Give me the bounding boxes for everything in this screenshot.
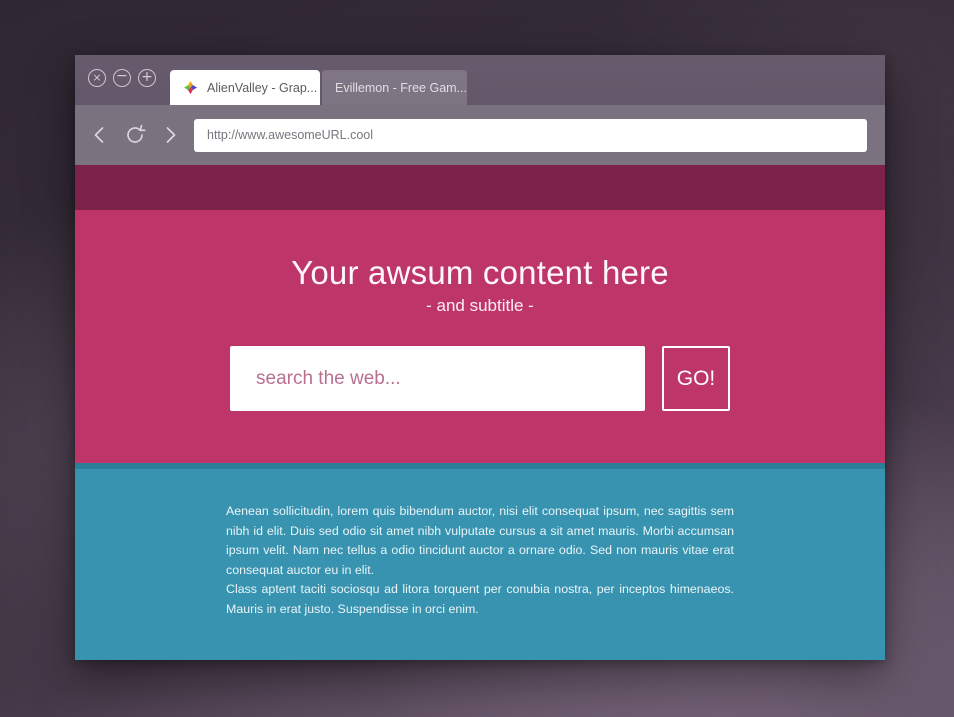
- tab-alienvalley[interactable]: AlienValley - Grap...: [170, 70, 320, 105]
- browser-nav-bar: [75, 105, 885, 165]
- body-copy: Aenean sollicitudin, lorem quis bibendum…: [226, 502, 734, 619]
- url-input[interactable]: [194, 118, 867, 152]
- tab-title: AlienValley - Grap...: [207, 80, 318, 95]
- hero-section: Your awsum content here - and subtitle -…: [75, 210, 885, 463]
- search-row: GO!: [75, 346, 885, 411]
- desktop-background: × − + AlienValley - Grap... Evillemon - …: [0, 0, 954, 717]
- back-arrow-icon[interactable]: [89, 123, 113, 147]
- go-button[interactable]: GO!: [662, 346, 730, 411]
- forward-arrow-icon[interactable]: [157, 123, 181, 147]
- page-title: Your awsum content here: [291, 254, 669, 291]
- tab-evillemon[interactable]: Evillemon - Free Gam...: [322, 70, 467, 105]
- page-content: Your awsum content here - and subtitle -…: [75, 165, 885, 660]
- page-accent-band: [75, 165, 885, 210]
- tab-title: Evillemon - Free Gam...: [335, 80, 467, 95]
- minimize-icon[interactable]: −: [113, 69, 131, 87]
- close-icon[interactable]: ×: [88, 69, 106, 87]
- browser-window: × − + AlienValley - Grap... Evillemon - …: [75, 55, 885, 660]
- window-controls: × − +: [88, 69, 156, 87]
- reload-icon[interactable]: [123, 123, 147, 147]
- alienvalley-star-icon: [183, 80, 198, 95]
- nav-icon-group: [89, 123, 181, 147]
- page-subtitle: - and subtitle -: [426, 296, 534, 315]
- body-paragraph: Aenean sollicitudin, lorem quis bibendum…: [226, 504, 734, 577]
- search-input[interactable]: [230, 346, 645, 411]
- body-paragraph: Class aptent taciti sociosqu ad litora t…: [226, 582, 734, 616]
- maximize-icon[interactable]: +: [138, 69, 156, 87]
- body-section: Aenean sollicitudin, lorem quis bibendum…: [75, 469, 885, 660]
- browser-title-bar: × − + AlienValley - Grap... Evillemon - …: [75, 55, 885, 105]
- tab-strip: AlienValley - Grap... Evillemon - Free G…: [170, 70, 467, 105]
